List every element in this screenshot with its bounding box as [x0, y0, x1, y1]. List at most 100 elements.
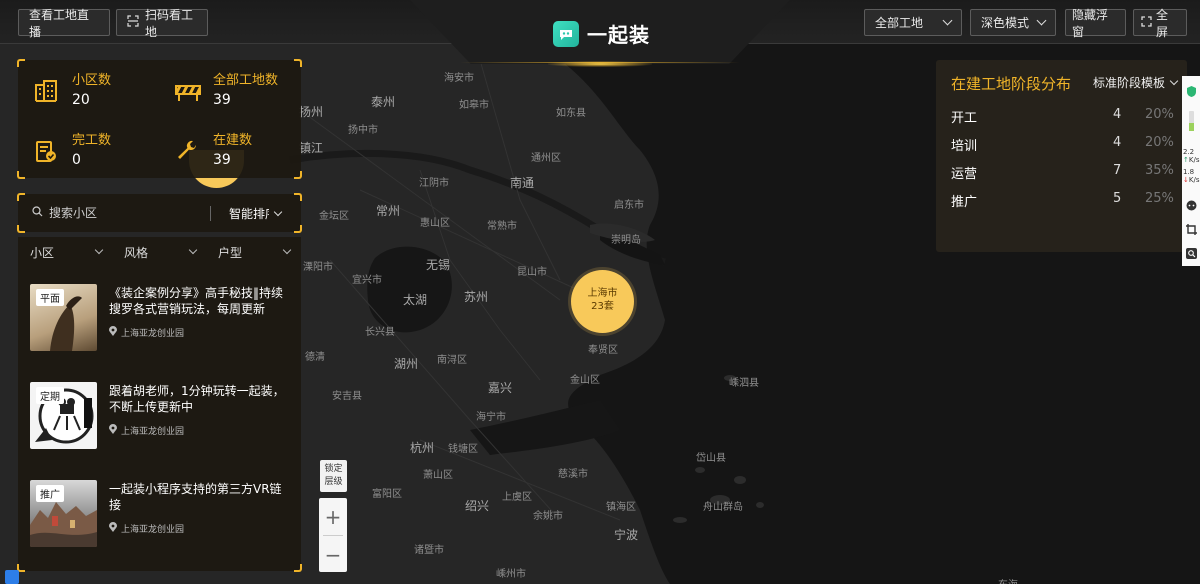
- map-place-label: 南浔区: [437, 355, 467, 366]
- map-place-label: 江阴市: [419, 178, 449, 189]
- sort-select[interactable]: 智能排序: [229, 205, 283, 222]
- stage-percent: 35%: [1145, 163, 1174, 178]
- theme-mode-select[interactable]: 深色模式: [970, 9, 1056, 36]
- browser-side-toolbar: 2.2 ↑K/s 1.8 ↓K/s: [1182, 76, 1200, 266]
- filter-bar: 小区 风格 户型: [18, 237, 301, 267]
- chat-icon[interactable]: [1186, 200, 1197, 211]
- map-place-label: 太湖: [403, 293, 428, 307]
- shield-icon[interactable]: [1186, 86, 1197, 97]
- item-location: 上海亚龙创业园: [109, 424, 184, 437]
- map-place-label: 岱山县: [696, 453, 726, 464]
- map-place-label: 富阳区: [372, 489, 402, 500]
- item-location: 上海亚龙创业园: [109, 522, 184, 535]
- location-pin-icon: [109, 326, 117, 339]
- item-location: 上海亚龙创业园: [109, 326, 184, 339]
- item-thumbnail: 平面: [30, 284, 97, 351]
- title-glow: [548, 61, 652, 67]
- location-pin-icon: [109, 522, 117, 535]
- stage-name: 运营: [951, 167, 978, 182]
- stage-count: 4: [1113, 107, 1122, 122]
- map-place-label: 嵊州市: [496, 569, 526, 580]
- scan-view-button[interactable]: 扫码看工地: [116, 8, 208, 39]
- cluster-count: 23套: [591, 301, 614, 312]
- stage-percent: 20%: [1145, 135, 1174, 150]
- item-title: 一起装小程序支持的第三方VR链接: [109, 482, 282, 512]
- filter-style[interactable]: 风格: [112, 237, 206, 267]
- chevron-down-icon: [1036, 15, 1047, 26]
- scan-view-label: 扫码看工地: [145, 7, 194, 39]
- site-filter-select[interactable]: 全部工地: [864, 9, 962, 36]
- stat-in-progress: 在建数 39: [175, 129, 252, 168]
- live-view-label: 查看工地直播: [29, 7, 90, 39]
- map-place-label: 金山区: [570, 375, 600, 386]
- lock-level-button[interactable]: 锁定 层级: [320, 460, 347, 492]
- panel-corner: [17, 59, 25, 67]
- map-place-label: 泰州: [371, 95, 396, 109]
- map-place-label: 常熟市: [487, 221, 517, 232]
- map-place-label: 宁波: [614, 528, 639, 542]
- clipboard-check-icon: [34, 139, 60, 165]
- stats-panel: 小区数 20 全部工地数 39 完工数 0 在建数 39: [17, 59, 302, 179]
- search-input[interactable]: 搜索小区: [32, 204, 97, 221]
- stage-row: 开工 4 20%: [951, 107, 1176, 127]
- app-shortcut-icon[interactable]: [5, 570, 19, 584]
- map-place-label: 如东县: [556, 108, 586, 119]
- stage-template-select[interactable]: 标准阶段模板: [1093, 74, 1179, 91]
- fullscreen-button[interactable]: 全屏: [1133, 8, 1187, 39]
- stat-all-sites: 全部工地数 39: [174, 69, 278, 108]
- map-place-label: 舟山群岛: [703, 502, 743, 513]
- panel-corner: [294, 171, 302, 179]
- stat-communities: 小区数 20: [34, 69, 111, 108]
- cluster-name: 上海市: [587, 288, 618, 299]
- brand-logo-icon: [553, 20, 579, 47]
- filter-layout[interactable]: 户型: [206, 237, 300, 267]
- chevron-down-icon: [942, 15, 953, 26]
- map-place-label: 宜兴市: [352, 275, 382, 286]
- filter-label: 风格: [124, 245, 149, 260]
- item-location-text: 上海亚龙创业园: [121, 329, 185, 339]
- list-item[interactable]: 推广 一起装小程序支持的第三方VR链接 上海亚龙创业园: [30, 480, 292, 550]
- map-place-label: 通州区: [531, 153, 561, 164]
- panel-corner: [17, 225, 25, 233]
- map-place-label: 绍兴: [465, 499, 490, 513]
- expand-icon: [1141, 15, 1152, 30]
- zoom-out-button[interactable]: −: [319, 536, 347, 573]
- map-place-label: 嘉兴: [488, 381, 513, 395]
- list-item[interactable]: 平面 《装企案例分享》高手秘技‖持续搜罗各式营销玩法，每周更新 上海亚龙创业园: [30, 284, 292, 354]
- item-tag: 推广: [36, 485, 64, 502]
- stage-count: 5: [1113, 191, 1122, 206]
- map-place-label: 惠山区: [420, 218, 450, 229]
- stage-name: 培训: [951, 139, 978, 154]
- panel-title: 在建工地阶段分布: [951, 75, 1072, 93]
- panel-corner: [294, 193, 302, 201]
- stage-row: 培训 4 20%: [951, 135, 1176, 155]
- zoom-in-button[interactable]: +: [319, 498, 347, 535]
- stat-label: 完工数: [72, 133, 112, 148]
- map-place-label: 海安市: [444, 73, 474, 84]
- filter-label: 户型: [218, 245, 243, 260]
- screenshot-icon[interactable]: [1186, 224, 1197, 235]
- map-place-label: 奉贤区: [588, 345, 618, 356]
- map-place-label: 余姚市: [533, 511, 563, 522]
- map-cluster-marker[interactable]: 上海市 23套: [571, 270, 634, 333]
- map-place-label: 溧阳市: [303, 262, 333, 273]
- filter-community[interactable]: 小区: [18, 237, 112, 267]
- panel-corner: [294, 225, 302, 233]
- brand-name: 一起装: [587, 23, 650, 47]
- upload-speed: 2.2 ↑K/s: [1183, 148, 1200, 164]
- stage-percent: 25%: [1145, 191, 1174, 206]
- zoom-control: + −: [319, 498, 347, 572]
- chevron-down-icon: [273, 207, 283, 216]
- map-place-label: 海宁市: [476, 412, 506, 423]
- list-item[interactable]: 定期 跟着胡老师，1分钟玩转一起装，不断上传更新中 上海亚龙创业园: [30, 382, 292, 452]
- map-place-label: 镇海区: [606, 502, 636, 513]
- hide-floating-label: 隐藏浮窗: [1072, 7, 1109, 39]
- map-place-label: 常州: [376, 204, 401, 218]
- hide-floating-button[interactable]: 隐藏浮窗: [1065, 8, 1126, 39]
- chevron-down-icon: [282, 245, 292, 255]
- project-list-panel: 小区 风格 户型 平面 《装企案例分享》高手秘技‖持续搜罗各式营销玩法，每周更新…: [17, 237, 302, 572]
- site-filter-value: 全部工地: [875, 16, 924, 30]
- barrier-icon: [174, 79, 202, 105]
- live-view-button[interactable]: 查看工地直播: [18, 8, 110, 39]
- search-icon[interactable]: [1186, 248, 1197, 259]
